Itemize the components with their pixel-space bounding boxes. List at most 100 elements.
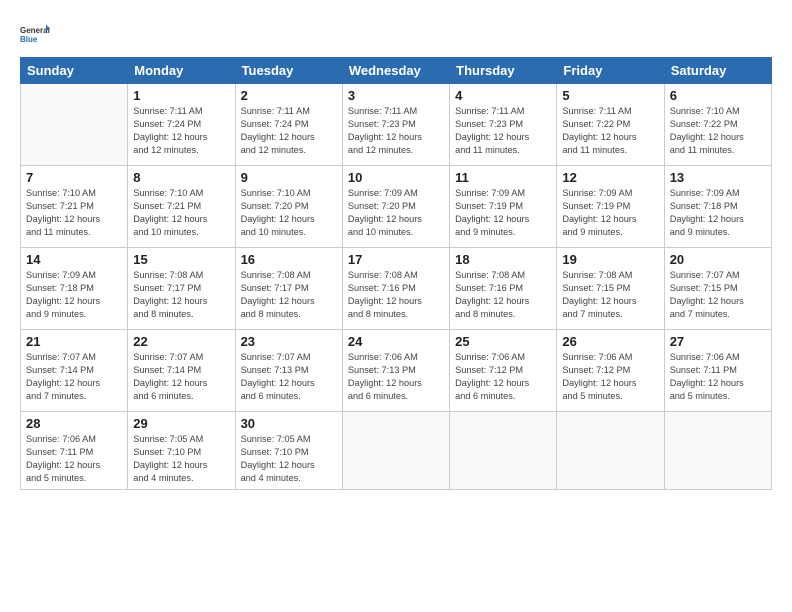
week-row-5: 28 Sunrise: 7:06 AM Sunset: 7:11 PM Dayli… <box>21 412 772 490</box>
calendar-cell: 22Sunrise: 7:07 AM Sunset: 7:14 PM Dayli… <box>128 330 235 412</box>
day-number: 8 <box>133 170 229 185</box>
calendar-cell: 27 Sunrise: 7:06 AM Sunset: 7:11 PM Dayli… <box>664 330 771 412</box>
col-header-saturday: Saturday <box>664 58 771 84</box>
calendar-cell: 20 Sunrise: 7:07 AM Sunset: 7:15 PM Dayli… <box>664 248 771 330</box>
calendar-cell: 19 Sunrise: 7:08 AM Sunset: 7:15 PM Dayli… <box>557 248 664 330</box>
day-number: 3 <box>348 88 444 103</box>
day-number: 9 <box>241 170 337 185</box>
day-number: 2 <box>241 88 337 103</box>
day-info: Sunrise: 7:10 AM Sunset: 7:20 PM Dayligh… <box>241 187 337 239</box>
col-header-monday: Monday <box>128 58 235 84</box>
day-number: 6 <box>670 88 766 103</box>
day-number: 5 <box>562 88 658 103</box>
day-info: Sunrise: 7:08 AM Sunset: 7:17 PM Dayligh… <box>133 269 229 321</box>
calendar-cell: 13 Sunrise: 7:09 AM Sunset: 7:18 PM Dayli… <box>664 166 771 248</box>
day-info: Sunrise: 7:07 AM Sunset: 7:13 PM Dayligh… <box>241 351 337 403</box>
col-header-sunday: Sunday <box>21 58 128 84</box>
calendar-cell <box>664 412 771 490</box>
day-info: Sunrise: 7:05 AM Sunset: 7:10 PM Dayligh… <box>133 433 229 485</box>
day-info: Sunrise: 7:09 AM Sunset: 7:19 PM Dayligh… <box>562 187 658 239</box>
header: General Blue <box>20 15 772 49</box>
calendar-cell: 5 Sunrise: 7:11 AM Sunset: 7:22 PM Daylig… <box>557 84 664 166</box>
calendar-cell: 30 Sunrise: 7:05 AM Sunset: 7:10 PM Dayli… <box>235 412 342 490</box>
col-header-friday: Friday <box>557 58 664 84</box>
day-info: Sunrise: 7:09 AM Sunset: 7:18 PM Dayligh… <box>26 269 122 321</box>
calendar-cell <box>450 412 557 490</box>
day-number: 12 <box>562 170 658 185</box>
day-info: Sunrise: 7:10 AM Sunset: 7:21 PM Dayligh… <box>26 187 122 239</box>
day-info: Sunrise: 7:08 AM Sunset: 7:16 PM Dayligh… <box>348 269 444 321</box>
day-info: Sunrise: 7:09 AM Sunset: 7:18 PM Dayligh… <box>670 187 766 239</box>
day-info: Sunrise: 7:10 AM Sunset: 7:21 PM Dayligh… <box>133 187 229 239</box>
day-info: Sunrise: 7:11 AM Sunset: 7:22 PM Dayligh… <box>562 105 658 157</box>
svg-text:General: General <box>20 26 50 35</box>
day-info: Sunrise: 7:06 AM Sunset: 7:12 PM Dayligh… <box>455 351 551 403</box>
day-number: 24 <box>348 334 444 349</box>
logo: General Blue <box>20 19 50 49</box>
day-info: Sunrise: 7:08 AM Sunset: 7:17 PM Dayligh… <box>241 269 337 321</box>
day-info: Sunrise: 7:06 AM Sunset: 7:11 PM Dayligh… <box>670 351 766 403</box>
calendar-cell: 17 Sunrise: 7:08 AM Sunset: 7:16 PM Dayli… <box>342 248 449 330</box>
calendar-cell: 10Sunrise: 7:09 AM Sunset: 7:20 PM Dayli… <box>342 166 449 248</box>
day-info: Sunrise: 7:10 AM Sunset: 7:22 PM Dayligh… <box>670 105 766 157</box>
day-number: 28 <box>26 416 122 431</box>
calendar-header-row: SundayMondayTuesdayWednesdayThursdayFrid… <box>21 58 772 84</box>
day-number: 25 <box>455 334 551 349</box>
day-number: 15 <box>133 252 229 267</box>
day-number: 10 <box>348 170 444 185</box>
week-row-2: 7 Sunrise: 7:10 AM Sunset: 7:21 PM Daylig… <box>21 166 772 248</box>
calendar-page: General Blue SundayMondayTuesdayWednesda… <box>0 0 792 612</box>
calendar-cell: 23 Sunrise: 7:07 AM Sunset: 7:13 PM Dayli… <box>235 330 342 412</box>
col-header-thursday: Thursday <box>450 58 557 84</box>
day-number: 20 <box>670 252 766 267</box>
calendar-cell: 4Sunrise: 7:11 AM Sunset: 7:23 PM Daylig… <box>450 84 557 166</box>
calendar-cell: 11Sunrise: 7:09 AM Sunset: 7:19 PM Dayli… <box>450 166 557 248</box>
calendar-cell: 9 Sunrise: 7:10 AM Sunset: 7:20 PM Daylig… <box>235 166 342 248</box>
calendar-cell: 24 Sunrise: 7:06 AM Sunset: 7:13 PM Dayli… <box>342 330 449 412</box>
svg-text:Blue: Blue <box>20 35 38 44</box>
day-info: Sunrise: 7:11 AM Sunset: 7:24 PM Dayligh… <box>133 105 229 157</box>
day-number: 16 <box>241 252 337 267</box>
day-info: Sunrise: 7:06 AM Sunset: 7:13 PM Dayligh… <box>348 351 444 403</box>
day-number: 29 <box>133 416 229 431</box>
day-info: Sunrise: 7:11 AM Sunset: 7:23 PM Dayligh… <box>348 105 444 157</box>
day-number: 23 <box>241 334 337 349</box>
day-info: Sunrise: 7:06 AM Sunset: 7:11 PM Dayligh… <box>26 433 122 485</box>
calendar-cell: 15 Sunrise: 7:08 AM Sunset: 7:17 PM Dayli… <box>128 248 235 330</box>
calendar-cell <box>21 84 128 166</box>
calendar-cell: 16 Sunrise: 7:08 AM Sunset: 7:17 PM Dayli… <box>235 248 342 330</box>
week-row-1: 1 Sunrise: 7:11 AM Sunset: 7:24 PM Daylig… <box>21 84 772 166</box>
day-info: Sunrise: 7:08 AM Sunset: 7:15 PM Dayligh… <box>562 269 658 321</box>
day-info: Sunrise: 7:07 AM Sunset: 7:14 PM Dayligh… <box>26 351 122 403</box>
calendar-cell: 8 Sunrise: 7:10 AM Sunset: 7:21 PM Daylig… <box>128 166 235 248</box>
day-number: 27 <box>670 334 766 349</box>
day-info: Sunrise: 7:07 AM Sunset: 7:15 PM Dayligh… <box>670 269 766 321</box>
calendar-cell: 29 Sunrise: 7:05 AM Sunset: 7:10 PM Dayli… <box>128 412 235 490</box>
day-number: 30 <box>241 416 337 431</box>
day-number: 7 <box>26 170 122 185</box>
calendar-cell: 12 Sunrise: 7:09 AM Sunset: 7:19 PM Dayli… <box>557 166 664 248</box>
calendar-cell: 7 Sunrise: 7:10 AM Sunset: 7:21 PM Daylig… <box>21 166 128 248</box>
calendar-cell <box>342 412 449 490</box>
calendar-cell: 14 Sunrise: 7:09 AM Sunset: 7:18 PM Dayli… <box>21 248 128 330</box>
day-number: 22 <box>133 334 229 349</box>
day-number: 18 <box>455 252 551 267</box>
calendar-cell <box>557 412 664 490</box>
day-info: Sunrise: 7:06 AM Sunset: 7:12 PM Dayligh… <box>562 351 658 403</box>
day-number: 13 <box>670 170 766 185</box>
logo-svg: General Blue <box>20 19 50 49</box>
calendar-cell: 3 Sunrise: 7:11 AM Sunset: 7:23 PM Daylig… <box>342 84 449 166</box>
day-number: 19 <box>562 252 658 267</box>
day-number: 17 <box>348 252 444 267</box>
day-info: Sunrise: 7:09 AM Sunset: 7:19 PM Dayligh… <box>455 187 551 239</box>
calendar-cell: 26Sunrise: 7:06 AM Sunset: 7:12 PM Dayli… <box>557 330 664 412</box>
day-number: 1 <box>133 88 229 103</box>
calendar-cell: 6 Sunrise: 7:10 AM Sunset: 7:22 PM Daylig… <box>664 84 771 166</box>
calendar-cell: 2Sunrise: 7:11 AM Sunset: 7:24 PM Daylig… <box>235 84 342 166</box>
calendar-cell: 1 Sunrise: 7:11 AM Sunset: 7:24 PM Daylig… <box>128 84 235 166</box>
day-number: 14 <box>26 252 122 267</box>
day-info: Sunrise: 7:05 AM Sunset: 7:10 PM Dayligh… <box>241 433 337 485</box>
day-info: Sunrise: 7:11 AM Sunset: 7:23 PM Dayligh… <box>455 105 551 157</box>
col-header-tuesday: Tuesday <box>235 58 342 84</box>
day-info: Sunrise: 7:08 AM Sunset: 7:16 PM Dayligh… <box>455 269 551 321</box>
